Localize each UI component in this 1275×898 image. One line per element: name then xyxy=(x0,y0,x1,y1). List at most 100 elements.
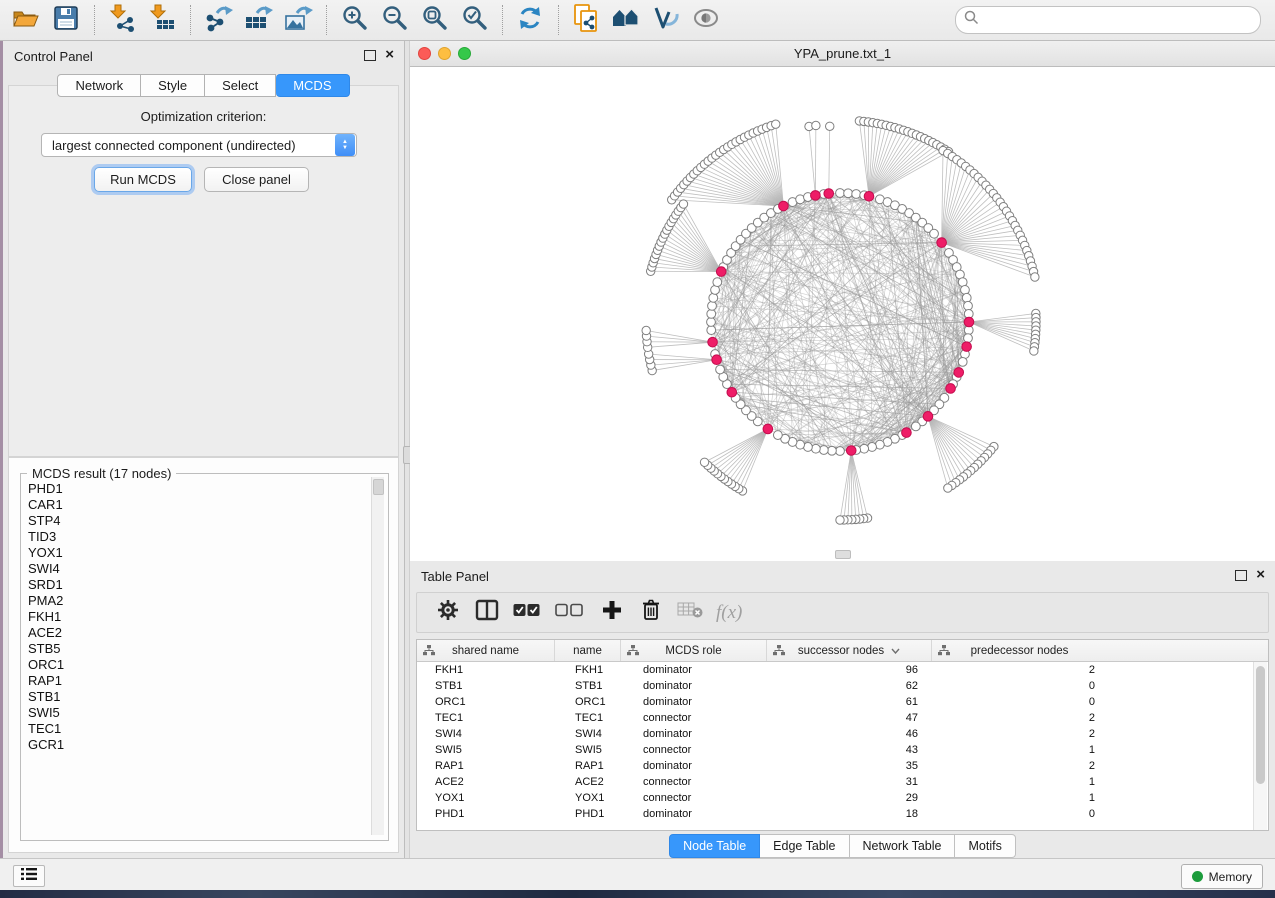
export-table-button[interactable] xyxy=(242,4,274,36)
table-scrollbar-thumb[interactable] xyxy=(1256,666,1265,784)
select-all-button[interactable] xyxy=(513,600,539,626)
optimization-criterion-select[interactable]: largest connected component (undirected)… xyxy=(41,133,357,157)
zoom-out-button[interactable] xyxy=(378,4,410,36)
tab-motifs[interactable]: Motifs xyxy=(955,834,1015,858)
column-settings-button[interactable] xyxy=(435,600,461,626)
list-item[interactable]: STB1 xyxy=(22,689,366,705)
open-session-button[interactable] xyxy=(10,4,42,36)
list-item[interactable]: GCR1 xyxy=(22,737,366,753)
vizmapper-button[interactable] xyxy=(650,4,682,36)
graph-leaf-node[interactable] xyxy=(826,122,834,130)
zoom-fit-button[interactable] xyxy=(418,4,450,36)
graph-hub-node[interactable] xyxy=(946,384,956,394)
tab-edge-table[interactable]: Edge Table xyxy=(760,834,849,858)
graph-leaf-node[interactable] xyxy=(1030,347,1038,355)
save-session-button[interactable] xyxy=(50,4,82,36)
float-panel-icon[interactable] xyxy=(1235,570,1247,581)
graph-node[interactable] xyxy=(707,310,716,319)
tab-mcds[interactable]: MCDS xyxy=(276,74,349,97)
task-history-button[interactable] xyxy=(13,865,45,887)
graph-node[interactable] xyxy=(819,446,828,455)
zoom-in-button[interactable] xyxy=(338,4,370,36)
graph-node[interactable] xyxy=(852,190,861,199)
column-header-successor-nodes[interactable]: successor nodes xyxy=(767,640,932,661)
graph-hub-node[interactable] xyxy=(962,342,972,352)
graph-node[interactable] xyxy=(708,301,717,310)
table-row[interactable]: SWI4SWI4dominator462 xyxy=(417,726,1268,742)
table-row[interactable]: YOX1YOX1connector291 xyxy=(417,790,1268,806)
delete-rows-button[interactable] xyxy=(638,600,664,626)
table-row[interactable]: RAP1RAP1dominator352 xyxy=(417,758,1268,774)
graph-node[interactable] xyxy=(844,189,853,198)
list-item[interactable]: ORC1 xyxy=(22,657,366,673)
table-row[interactable]: STB1STB1dominator620 xyxy=(417,678,1268,694)
list-item[interactable]: SRD1 xyxy=(22,577,366,593)
graph-leaf-node[interactable] xyxy=(944,484,952,492)
graph-node[interactable] xyxy=(836,189,845,198)
graph-node[interactable] xyxy=(868,443,877,452)
graph-hub-node[interactable] xyxy=(763,424,773,434)
list-item[interactable]: STP4 xyxy=(22,513,366,529)
graph-hub-node[interactable] xyxy=(964,317,974,327)
refresh-button[interactable] xyxy=(514,4,546,36)
graph-hub-node[interactable] xyxy=(716,267,726,277)
close-panel-button[interactable]: Close panel xyxy=(204,167,309,192)
graph-hub-node[interactable] xyxy=(864,192,874,202)
clone-network-button[interactable] xyxy=(570,4,602,36)
graph-hub-node[interactable] xyxy=(954,368,964,378)
list-item[interactable]: PMA2 xyxy=(22,593,366,609)
graph-node[interactable] xyxy=(713,278,722,287)
graph-node[interactable] xyxy=(961,286,970,295)
list-item[interactable]: YOX1 xyxy=(22,545,366,561)
add-row-button[interactable] xyxy=(599,600,625,626)
table-row[interactable]: TEC1TEC1connector472 xyxy=(417,710,1268,726)
list-item[interactable]: RAP1 xyxy=(22,673,366,689)
table-row[interactable]: SWI5SWI5connector431 xyxy=(417,742,1268,758)
graph-hub-node[interactable] xyxy=(846,446,856,456)
network-overview-button[interactable] xyxy=(610,4,642,36)
graph-node[interactable] xyxy=(964,334,973,343)
close-panel-icon[interactable]: × xyxy=(385,49,394,61)
graph-leaf-node[interactable] xyxy=(1031,273,1039,281)
table-scrollbar[interactable] xyxy=(1253,662,1267,830)
graph-node[interactable] xyxy=(911,422,920,431)
column-header-name[interactable]: name xyxy=(555,640,621,661)
show-columns-button[interactable] xyxy=(474,600,500,626)
list-scrollbar-thumb[interactable] xyxy=(373,479,384,495)
show-graphics-details-button[interactable] xyxy=(690,4,722,36)
column-header-mcds-role[interactable]: MCDS role xyxy=(621,640,767,661)
list-scrollbar[interactable] xyxy=(371,477,384,835)
graph-node[interactable] xyxy=(707,318,716,327)
table-row[interactable]: ORC1ORC1dominator610 xyxy=(417,694,1268,710)
graph-node[interactable] xyxy=(709,293,718,302)
graph-node[interactable] xyxy=(828,446,837,455)
graph-leaf-node[interactable] xyxy=(642,326,650,334)
graph-hub-node[interactable] xyxy=(708,337,718,347)
graph-hub-node[interactable] xyxy=(811,191,821,201)
list-item[interactable]: STB5 xyxy=(22,641,366,657)
list-item[interactable]: CAR1 xyxy=(22,497,366,513)
graph-hub-node[interactable] xyxy=(824,189,834,199)
tab-network-table[interactable]: Network Table xyxy=(850,834,956,858)
float-panel-icon[interactable] xyxy=(364,50,376,61)
graph-leaf-node[interactable] xyxy=(836,516,844,524)
table-row[interactable]: PHD1PHD1dominator180 xyxy=(417,806,1268,822)
tab-select[interactable]: Select xyxy=(205,74,276,97)
run-mcds-button[interactable]: Run MCDS xyxy=(94,167,192,192)
table-row[interactable]: ACE2ACE2connector311 xyxy=(417,774,1268,790)
tab-style[interactable]: Style xyxy=(141,74,205,97)
graph-leaf-node[interactable] xyxy=(700,458,708,466)
graph-node[interactable] xyxy=(716,365,725,374)
graph-hub-node[interactable] xyxy=(923,412,933,422)
column-header-predecessor-nodes[interactable]: predecessor nodes xyxy=(932,640,1107,661)
memory-button[interactable]: Memory xyxy=(1181,864,1263,889)
close-panel-icon[interactable]: × xyxy=(1256,569,1265,581)
horizontal-splitter-grip[interactable] xyxy=(835,550,851,559)
graph-node[interactable] xyxy=(958,357,967,366)
graph-leaf-node[interactable] xyxy=(812,121,820,129)
list-item[interactable]: TEC1 xyxy=(22,721,366,737)
tab-network[interactable]: Network xyxy=(57,74,141,97)
network-graph[interactable] xyxy=(410,67,1275,561)
list-item[interactable]: TID3 xyxy=(22,529,366,545)
import-network-button[interactable] xyxy=(106,4,138,36)
